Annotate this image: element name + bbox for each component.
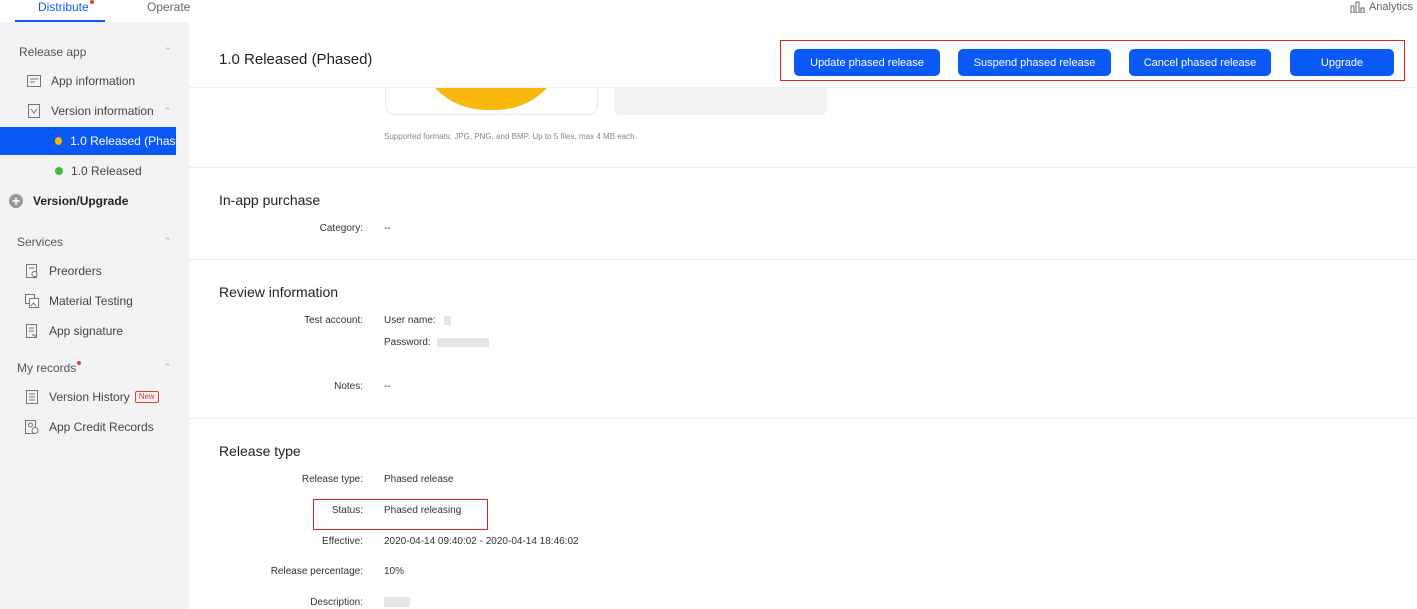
- sidebar-item-label: App signature: [49, 324, 124, 338]
- preorders-icon: [25, 264, 39, 278]
- notification-dot: [89, 0, 94, 4]
- tab-operate-label: Operate: [147, 0, 191, 14]
- status-value: Phased releasing: [384, 505, 462, 516]
- analytics-label: Analytics: [1368, 1, 1413, 13]
- section-divider: [189, 418, 1417, 419]
- test-account-label: Test account:: [304, 315, 363, 326]
- sidebar-section-services[interactable]: Services: [17, 235, 63, 249]
- chevron-up-icon[interactable]: ⌃: [164, 362, 172, 373]
- bar-chart-icon: [1350, 1, 1365, 13]
- chevron-up-icon[interactable]: ⌃: [164, 106, 172, 117]
- section-title-release-type: Release type: [219, 443, 301, 459]
- tab-operate[interactable]: Operate: [147, 0, 190, 22]
- sidebar-item-app-information[interactable]: App information: [0, 67, 176, 95]
- sidebar-item-label: 1.0 Released: [71, 164, 142, 178]
- username-label: User name:: [384, 315, 436, 326]
- sidebar-item-app-credit-records[interactable]: App Credit Records: [0, 413, 176, 441]
- sidebar-item-label: Preorders: [49, 264, 102, 278]
- main-content: Supported formats: JPG, PNG, and BMP. Up…: [189, 22, 1417, 609]
- release-type-label: Release type:: [301, 474, 363, 485]
- sidebar-item-label: App information: [51, 74, 136, 88]
- tab-distribute-label: Distribute: [38, 0, 89, 14]
- effective-value: 2020-04-14 09:40:02 - 2020-04-14 18:46:0…: [384, 536, 579, 547]
- category-value: --: [384, 223, 391, 234]
- effective-label: Effective:: [322, 536, 363, 547]
- release-percentage-value: 10%: [384, 566, 405, 577]
- sidebar-item-label: 1.0 Released (Phased: [70, 134, 176, 148]
- status-dot-icon: [55, 137, 63, 145]
- new-badge: New: [134, 391, 159, 403]
- password-row: Password:: [384, 337, 490, 348]
- sidebar-item-label: Version/Upgrade: [33, 194, 129, 208]
- release-percentage-label: Release percentage:: [270, 566, 363, 577]
- plus-circle-icon: [9, 194, 23, 208]
- section-divider: [189, 259, 1417, 260]
- username-row: User name:: [384, 315, 452, 326]
- password-label: Password:: [384, 337, 431, 348]
- top-nav-bar: Distribute Operate Analytics: [0, 0, 1417, 22]
- sidebar-item-preorders[interactable]: Preorders: [0, 257, 176, 285]
- history-document-icon: [25, 390, 39, 404]
- sidebar-item-label: App Credit Records: [49, 420, 154, 434]
- analytics-link[interactable]: Analytics: [1350, 1, 1413, 13]
- section-title-review-information: Review information: [219, 284, 339, 300]
- sidebar-section-release-app[interactable]: Release app: [19, 45, 86, 59]
- notification-dot: [77, 361, 82, 365]
- chevron-up-icon[interactable]: ⌃: [164, 236, 172, 247]
- section-divider: [189, 167, 1417, 168]
- sidebar-item-label: Material Testing: [49, 294, 133, 308]
- tab-distribute[interactable]: Distribute: [38, 0, 94, 22]
- credit-records-icon: [25, 420, 39, 434]
- upgrade-button[interactable]: Upgrade: [1290, 49, 1394, 76]
- document-lines-icon: [27, 74, 41, 88]
- sidebar: Release app ⌃ App information Version in…: [0, 22, 189, 609]
- sidebar-item-version-upgrade[interactable]: Version/Upgrade: [0, 187, 176, 215]
- action-buttons-highlight: Update phased release Suspend phased rel…: [780, 40, 1405, 81]
- sidebar-item-version-history[interactable]: Version History New: [0, 383, 176, 411]
- version-document-icon: [27, 104, 41, 118]
- suspend-phased-release-button[interactable]: Suspend phased release: [958, 49, 1111, 76]
- redacted-username: [444, 315, 452, 325]
- chevron-up-icon[interactable]: ⌃: [164, 46, 172, 57]
- sidebar-item-label: Version information: [51, 104, 154, 118]
- sidebar-item-version-phased[interactable]: 1.0 Released (Phased: [0, 127, 176, 155]
- version-header-bar: 1.0 Released (Phased) Update phased rele…: [189, 30, 1417, 88]
- sidebar-item-app-signature[interactable]: App signature: [0, 317, 176, 345]
- sidebar-item-version-released[interactable]: 1.0 Released: [0, 157, 176, 185]
- description-value: [384, 597, 410, 608]
- sidebar-section-my-records[interactable]: My records: [17, 361, 82, 375]
- sidebar-item-material-testing[interactable]: Material Testing: [0, 287, 176, 315]
- section-title-in-app-purchase: In-app purchase: [219, 192, 321, 208]
- release-type-value: Phased release: [384, 474, 454, 485]
- sidebar-item-label: Version History: [49, 390, 130, 404]
- page-title: 1.0 Released (Phased): [219, 51, 373, 68]
- image-test-icon: [25, 294, 39, 308]
- redacted-description: [384, 597, 410, 608]
- status-label: Status:: [331, 505, 363, 516]
- signature-icon: [25, 324, 39, 338]
- sidebar-item-version-information[interactable]: Version information: [0, 97, 176, 125]
- my-records-label: My records: [17, 361, 77, 375]
- notes-label: Notes:: [334, 381, 363, 392]
- update-phased-release-button[interactable]: Update phased release: [794, 49, 940, 76]
- status-dot-icon: [55, 167, 63, 175]
- notes-value: --: [384, 381, 391, 392]
- cancel-phased-release-button[interactable]: Cancel phased release: [1129, 49, 1271, 76]
- supported-formats-note: Supported formats: JPG, PNG, and BMP. Up…: [384, 132, 637, 141]
- redacted-password: [437, 337, 490, 347]
- description-label: Description:: [310, 597, 363, 608]
- category-label: Category:: [319, 223, 363, 234]
